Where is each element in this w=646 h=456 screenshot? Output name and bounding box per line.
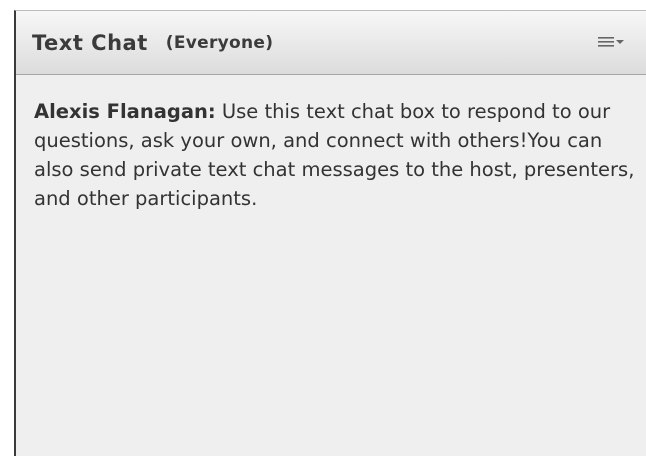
- chat-message: Alexis Flanagan: Use this text chat box …: [34, 97, 638, 213]
- text-chat-pod: Text Chat (Everyone) Alexis Flanagan: Us…: [14, 10, 646, 456]
- chat-audience-label: (Everyone): [165, 32, 274, 53]
- pod-header: Text Chat (Everyone): [16, 11, 646, 75]
- message-sender: Alexis Flanagan:: [34, 100, 216, 123]
- menu-lines-icon: [598, 37, 614, 47]
- pod-options-menu-button[interactable]: [598, 31, 624, 53]
- chevron-down-icon: [616, 40, 624, 44]
- pod-title: Text Chat: [32, 30, 148, 55]
- chat-message-list: Alexis Flanagan: Use this text chat box …: [34, 97, 638, 213]
